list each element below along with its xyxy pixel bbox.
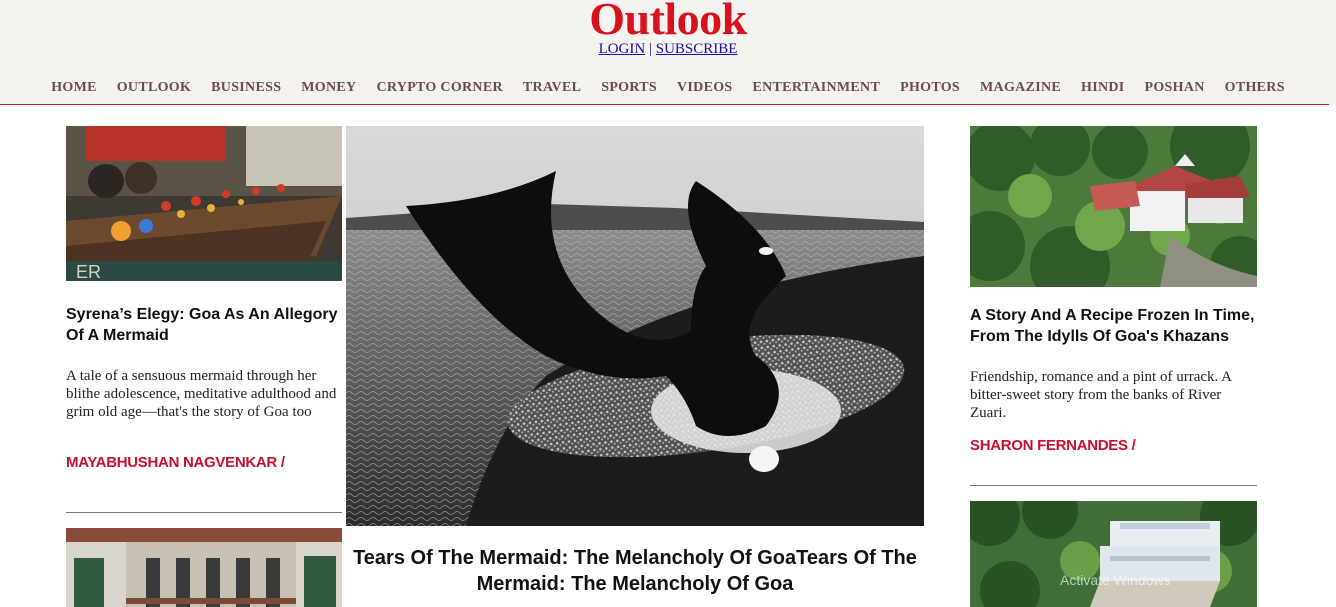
activate-windows-watermark: Activate Windows	[1060, 572, 1171, 588]
left-story-title[interactable]: Syrena’s Elegy: Goa As An Allegory Of A …	[66, 304, 342, 346]
left-story-description: A tale of a sensuous mermaid through her…	[66, 368, 337, 420]
right-story-image[interactable]	[970, 126, 1257, 287]
nav-item-home[interactable]: HOME	[51, 80, 97, 100]
nav-item-business[interactable]: BUSINESS	[211, 80, 281, 100]
nav-item-hindi[interactable]: HINDI	[1081, 80, 1125, 100]
left-story-image[interactable]: ER	[66, 126, 342, 281]
left-divider	[66, 512, 342, 513]
left-story-author[interactable]: MAYABHUSHAN NAGVENKAR /	[66, 454, 285, 471]
svg-text:ER: ER	[76, 262, 101, 281]
auth-separator: |	[648, 41, 652, 57]
center-story-title[interactable]: Tears Of The Mermaid: The Melancholy Of …	[346, 545, 924, 597]
nav-item-videos[interactable]: VIDEOS	[677, 80, 732, 100]
subscribe-link[interactable]: SUBSCRIBE	[656, 41, 738, 57]
left-second-story-image[interactable]	[66, 528, 342, 607]
nav-divider	[0, 104, 1329, 105]
right-story-author[interactable]: SHARON FERNANDES /	[970, 437, 1136, 454]
right-divider	[970, 485, 1257, 486]
nav-item-photos[interactable]: PHOTOS	[900, 80, 960, 100]
login-link[interactable]: LOGIN	[599, 41, 646, 57]
nav-item-outlook[interactable]: OUTLOOK	[117, 80, 191, 100]
outlook-logo[interactable]: Outlook	[0, 0, 1336, 44]
nav-item-others[interactable]: OTHERS	[1225, 80, 1285, 100]
right-story-description: Friendship, romance and a pint of urrack…	[970, 369, 1232, 421]
nav-item-poshan[interactable]: POSHAN	[1145, 80, 1205, 100]
nav-item-travel[interactable]: TRAVEL	[523, 80, 581, 100]
nav-item-entertainment[interactable]: ENTERTAINMENT	[753, 80, 881, 100]
right-story-title[interactable]: A Story And A Recipe Frozen In Time, Fro…	[970, 305, 1257, 347]
auth-links: LOGIN | SUBSCRIBE	[0, 40, 1336, 58]
right-second-story-image[interactable]	[970, 501, 1257, 607]
nav-item-crypto-corner[interactable]: CRYPTO CORNER	[376, 80, 502, 100]
nav-item-magazine[interactable]: MAGAZINE	[980, 80, 1061, 100]
main-nav: HOME OUTLOOK BUSINESS MONEY CRYPTO CORNE…	[0, 80, 1336, 100]
nav-item-sports[interactable]: SPORTS	[601, 80, 657, 100]
center-story-image[interactable]	[346, 126, 924, 526]
nav-item-money[interactable]: MONEY	[301, 80, 356, 100]
